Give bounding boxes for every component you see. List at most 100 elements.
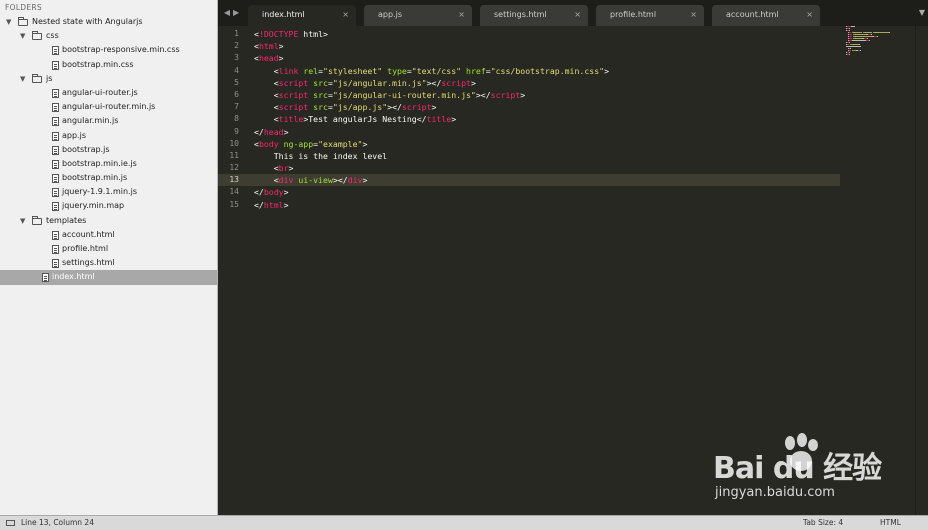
disclosure-triangle-icon[interactable]: ▼ <box>20 29 25 43</box>
tab-close-icon[interactable]: × <box>806 5 813 25</box>
file-icon <box>52 230 59 240</box>
line-number: 13 <box>218 174 250 187</box>
tab-menu-chevron-icon[interactable]: ▼ <box>919 0 925 26</box>
line-number: 5 <box>234 77 239 87</box>
line-number: 2 <box>234 41 239 51</box>
minimap-stroke <box>850 48 851 49</box>
tree-file[interactable]: bootstrap.min.css <box>0 58 217 72</box>
minimap-stroke <box>849 50 851 51</box>
editor-tab[interactable]: account.html × <box>712 5 820 26</box>
tree-file[interactable]: account.html <box>0 228 217 242</box>
tree-item-label: Nested state with Angularjs <box>32 17 143 26</box>
disclosure-triangle-icon[interactable]: ▼ <box>20 72 25 86</box>
disclosure-triangle-icon[interactable]: ▼ <box>20 214 25 228</box>
tree-file[interactable]: jquery.min.map <box>0 199 217 213</box>
editor-tab[interactable]: profile.html × <box>596 5 704 26</box>
code-line[interactable]: <script src="js/angular.min.js"></script… <box>254 77 840 89</box>
code-token: > <box>470 77 476 88</box>
line-number: 11 <box>229 150 239 160</box>
line-number: 15 <box>229 199 239 209</box>
minimap-stroke <box>849 42 850 43</box>
disclosure-triangle-icon[interactable]: ▼ <box>6 15 11 29</box>
minimap-stroke <box>849 32 851 33</box>
code-token: div <box>278 175 294 186</box>
code-line[interactable]: </body> <box>254 186 840 198</box>
code-token: > <box>451 114 457 125</box>
tab-close-icon[interactable]: × <box>690 5 697 25</box>
code-token: script <box>278 102 309 113</box>
code-line[interactable]: <body ng-app="example"> <box>254 138 840 150</box>
tree-file[interactable]: app.js <box>0 129 217 143</box>
editor-tab[interactable]: settings.html × <box>480 5 588 26</box>
file-icon <box>42 273 49 283</box>
minimap[interactable] <box>846 26 916 66</box>
code-token: link <box>278 65 299 76</box>
code-token: </ <box>431 77 442 88</box>
code-line[interactable]: <html> <box>254 40 840 52</box>
code-line[interactable]: <head> <box>254 52 840 64</box>
editor-tab[interactable]: index.html × <box>248 5 356 26</box>
tree-file[interactable]: angular.min.js <box>0 114 217 128</box>
tab-size-selector[interactable]: Tab Size: 4 <box>803 516 843 530</box>
next-tab-icon[interactable]: ▶ <box>233 8 242 17</box>
vertical-scrollbar[interactable] <box>915 26 928 515</box>
syntax-selector[interactable]: HTML <box>880 516 901 530</box>
code-token: script <box>490 89 521 100</box>
code-token: Test angularJs Nesting <box>308 114 417 125</box>
file-icon <box>52 259 59 269</box>
code-token: This is the index level <box>254 150 388 161</box>
tree-file[interactable]: angular-ui-router.js <box>0 86 217 100</box>
tree-folder[interactable]: ▼ css <box>0 29 217 43</box>
editor-tab[interactable]: app.js × <box>364 5 472 26</box>
code-token: !DOCTYPE <box>258 29 299 39</box>
minimap-stroke <box>849 52 850 53</box>
code-token: </ <box>337 175 348 186</box>
tree-folder[interactable]: ▼ Nested state with Angularjs <box>0 15 217 29</box>
tab-close-icon[interactable]: × <box>342 5 349 25</box>
code-line[interactable]: <script src="js/app.js"></script> <box>254 101 840 113</box>
prev-tab-icon[interactable]: ◀ <box>224 8 233 17</box>
tab-nav-arrows[interactable]: ◀▶ <box>218 0 248 26</box>
code-line[interactable]: <br> <box>254 162 840 174</box>
tree-file[interactable]: jquery-1.9.1.min.js <box>0 185 217 199</box>
code-line[interactable]: </head> <box>254 126 840 138</box>
tab-close-icon[interactable]: × <box>458 5 465 25</box>
minimap-stroke <box>869 40 870 41</box>
tree-file[interactable]: profile.html <box>0 242 217 256</box>
code-token: type <box>387 65 407 76</box>
code-line[interactable]: <script src="js/angular-ui-router.min.js… <box>254 89 840 101</box>
minimap-stroke <box>876 32 889 33</box>
status-bar: Line 13, Column 24 Tab Size: 4 HTML <box>0 515 928 530</box>
tree-file[interactable]: bootstrap-responsive.min.css <box>0 43 217 57</box>
tree-folder[interactable]: ▼ js <box>0 72 217 86</box>
tree-file[interactable]: bootstrap.min.ie.js <box>0 157 217 171</box>
tree-file[interactable]: angular-ui-router.min.js <box>0 100 217 114</box>
code-token: > <box>520 89 526 100</box>
line-number: 7 <box>234 102 239 112</box>
line-number: 4 <box>234 65 239 75</box>
minimap-stroke <box>849 36 852 37</box>
code-line[interactable]: <div ui-view></div> <box>250 174 840 187</box>
panel-toggle-icon[interactable] <box>6 520 15 526</box>
tree-folder[interactable]: ▼ templates <box>0 214 217 228</box>
tab-label: index.html <box>262 10 305 19</box>
file-icon <box>52 117 59 127</box>
tab-close-icon[interactable]: × <box>574 5 581 25</box>
code-line[interactable]: <title>Test angularJs Nesting</title> <box>254 113 840 125</box>
code-line[interactable]: </html> <box>254 199 840 211</box>
tree-item-label: account.html <box>62 229 115 239</box>
code-token: > <box>283 187 289 198</box>
tree-file[interactable]: bootstrap.js <box>0 143 217 157</box>
tree-file[interactable]: settings.html <box>0 256 217 270</box>
code-token: rel <box>303 65 319 76</box>
baidu-paw-icon <box>785 433 818 471</box>
tree-file[interactable]: index.html <box>0 270 217 285</box>
tree-file[interactable]: bootstrap.min.js <box>0 171 217 185</box>
code-line[interactable]: This is the index level <box>254 150 840 162</box>
code-line[interactable]: <!DOCTYPE html> <box>254 28 840 40</box>
baidu-jingyan-watermark: Bai du 经验 jingyan.baidu.com <box>713 429 883 509</box>
code-line[interactable]: <link rel="stylesheet" type="text/css" h… <box>254 65 840 77</box>
